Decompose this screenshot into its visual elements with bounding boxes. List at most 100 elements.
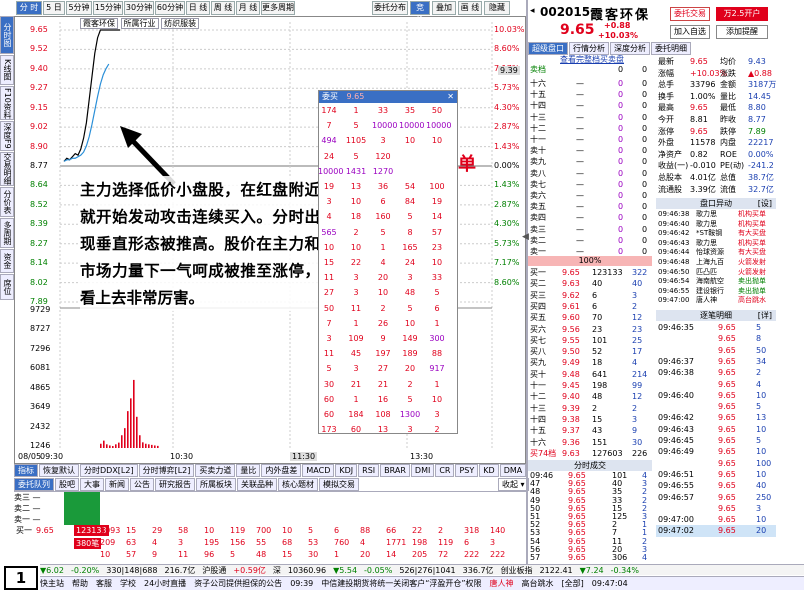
movement-stock[interactable]: 歌力思 — [696, 220, 717, 229]
side-tab-7[interactable]: 资金 — [0, 249, 14, 273]
side-tab-5[interactable]: 分价表 — [0, 187, 14, 217]
indicator-tab-5[interactable]: 量比 — [236, 464, 261, 477]
bottom-tab-6[interactable]: 所属板块 — [196, 478, 236, 491]
movement-stock[interactable]: 匹凸匹 — [696, 268, 717, 277]
period-tab-1[interactable]: 5 日 — [43, 1, 65, 15]
side-tab-6[interactable]: 多周期 — [0, 218, 14, 248]
side-tab-0[interactable]: 分时图 — [0, 16, 14, 54]
side-tab-2[interactable]: F10资料 — [0, 86, 14, 120]
bottom-tab-2[interactable]: 大事 — [80, 478, 104, 491]
detail-price: 9.65 — [718, 436, 736, 445]
indicator-tab-7[interactable]: MACD — [302, 464, 335, 477]
indicator-tab-9[interactable]: RSI — [358, 464, 380, 477]
sell-level-row: 卖一 — 0 0 — [528, 246, 652, 258]
order-queue-cell: 10000 — [399, 121, 425, 131]
chart-tool-4[interactable]: 隐藏 — [484, 1, 510, 15]
detail-more-link[interactable]: [详] — [758, 310, 772, 321]
sell-level-label: 卖七 — [530, 179, 546, 189]
bottom-buy-count: 380笔 — [74, 538, 102, 549]
close-icon[interactable]: ✕ — [447, 91, 454, 103]
trade-button[interactable]: 委托交易 — [670, 7, 710, 21]
movement-stock[interactable]: 唐人神 — [696, 296, 717, 305]
sell-level-count: 0 — [642, 79, 648, 88]
side-tab-1[interactable]: K线图 — [0, 55, 14, 85]
period-tab-8[interactable]: 月 线 — [236, 1, 260, 15]
indicator-tab-13[interactable]: PSY — [455, 464, 479, 477]
right-tab-3[interactable]: 委托明细 — [651, 42, 691, 55]
period-tab-2[interactable]: 5分钟 — [66, 1, 92, 15]
buy-level-label: 买九 — [530, 358, 546, 368]
sell-level-zero: 0 — [618, 79, 624, 88]
buy-level-count: 17 — [632, 347, 643, 357]
stock-nav-icons[interactable]: ◂ — [530, 6, 535, 16]
period-tab-3[interactable]: 15分钟 — [93, 1, 123, 15]
volume-bar — [103, 440, 105, 448]
stock-nav-next-icon[interactable]: ▸ — [640, 6, 645, 16]
movement-stock[interactable]: *ST鞍钢 — [696, 229, 722, 238]
buy-level-price: 9.45 — [562, 381, 580, 390]
bottom-queue-cell: 30 — [308, 550, 319, 559]
indicator-tab-2[interactable]: 分时DDX[L2] — [80, 464, 138, 477]
detail-price: 9.65 — [718, 390, 736, 400]
indicator-tab-6[interactable]: 内外盘差 — [261, 464, 302, 477]
movement-stock[interactable]: 怡球资源 — [696, 248, 724, 257]
ticker-item[interactable]: 帮助 — [72, 579, 88, 588]
movement-stock[interactable]: 歌力思 — [696, 239, 717, 248]
indicator-tab-12[interactable]: CR — [435, 464, 455, 477]
indicator-tab-11[interactable]: DMI — [410, 464, 435, 477]
period-tab-9[interactable]: 更多周期 — [261, 1, 295, 15]
indicator-tab-15[interactable]: DMA — [499, 464, 526, 477]
order-queue-cell: 33 — [431, 273, 443, 283]
period-tab-7[interactable]: 周 线 — [211, 1, 235, 15]
bottom-tab-3[interactable]: 新闻 — [105, 478, 129, 491]
indicator-tab-0[interactable]: 指标 — [14, 464, 38, 477]
period-tab-5[interactable]: 60分钟 — [155, 1, 185, 15]
movement-stock[interactable]: 上海九百 — [696, 258, 724, 267]
bottom-tab-7[interactable]: 关联品种 — [237, 478, 277, 491]
status-item: 330|148|688 — [106, 566, 158, 575]
indicator-tab-3[interactable]: 分时博弈[L2] — [138, 464, 195, 477]
period-tab-4[interactable]: 30分钟 — [124, 1, 154, 15]
movement-stock[interactable]: 海南航空 — [696, 277, 724, 286]
sell-level-count: 0 — [642, 168, 648, 178]
open-account-button[interactable]: 万2.5开户 — [716, 7, 768, 21]
ticker-item[interactable]: 24小时直播 — [144, 579, 186, 588]
movement-stock[interactable]: 歌力思 — [696, 210, 717, 219]
ticker-item[interactable]: 快主站 — [40, 579, 64, 588]
chart-tool-2[interactable]: 叠加 — [432, 1, 456, 15]
indicator-tab-1[interactable]: 恢复默认 — [39, 464, 79, 477]
bottom-tab-4[interactable]: 公告 — [130, 478, 154, 491]
collapse-dropdown[interactable]: 收起 ▾ — [498, 478, 529, 491]
sell-level-dash: — — [576, 157, 584, 167]
period-tab-0[interactable]: 分 时 — [16, 1, 42, 15]
indicator-tab-4[interactable]: 买卖力道 — [195, 464, 236, 477]
sell-level-label: 十六 — [530, 79, 546, 88]
bottom-tab-9[interactable]: 模拟交易 — [319, 478, 359, 491]
bottom-tab-0[interactable]: 委托队列 — [14, 478, 54, 491]
side-tab-8[interactable]: 席位 — [0, 274, 14, 300]
fundamental-label-2: 昨收 — [720, 115, 736, 124]
status-extra: 2122.41 — [539, 566, 573, 575]
buy-level-label: 十五 — [530, 426, 546, 436]
bottom-tab-1[interactable]: 股吧 — [55, 478, 79, 491]
chart-tool-3[interactable]: 画 线 — [458, 1, 482, 15]
movement-stock[interactable]: 建设银行 — [696, 287, 724, 296]
side-tab-4[interactable]: 交易明细 — [0, 152, 14, 186]
side-tab-3[interactable]: 深度F9 — [0, 121, 14, 151]
chart-tool-0[interactable]: 委托分布 — [372, 1, 408, 15]
add-alert-button[interactable]: 添加提醒 — [716, 25, 768, 39]
chart-tool-1[interactable]: 竞 价 — [410, 1, 430, 24]
bottom-tab-5[interactable]: 研究报告 — [155, 478, 195, 491]
indicator-tab-14[interactable]: KD — [479, 464, 499, 477]
fundamental-value-2: -241.2 — [748, 161, 774, 171]
movement-settings-link[interactable]: [设] — [758, 198, 772, 209]
add-watchlist-button[interactable]: 加入自选 — [670, 25, 710, 39]
movement-event: 卖出抛单 — [738, 286, 766, 295]
ticker-item[interactable]: 学校 — [120, 579, 136, 588]
period-tab-6[interactable]: 日 线 — [186, 1, 210, 15]
ticker-item[interactable]: 客服 — [96, 579, 112, 588]
bottom-tab-8[interactable]: 核心题材 — [278, 478, 318, 491]
indicator-tab-10[interactable]: BRAR — [380, 464, 410, 477]
indicator-tab-8[interactable]: KDJ — [335, 464, 358, 477]
order-queue-cell: 5 — [407, 303, 413, 313]
